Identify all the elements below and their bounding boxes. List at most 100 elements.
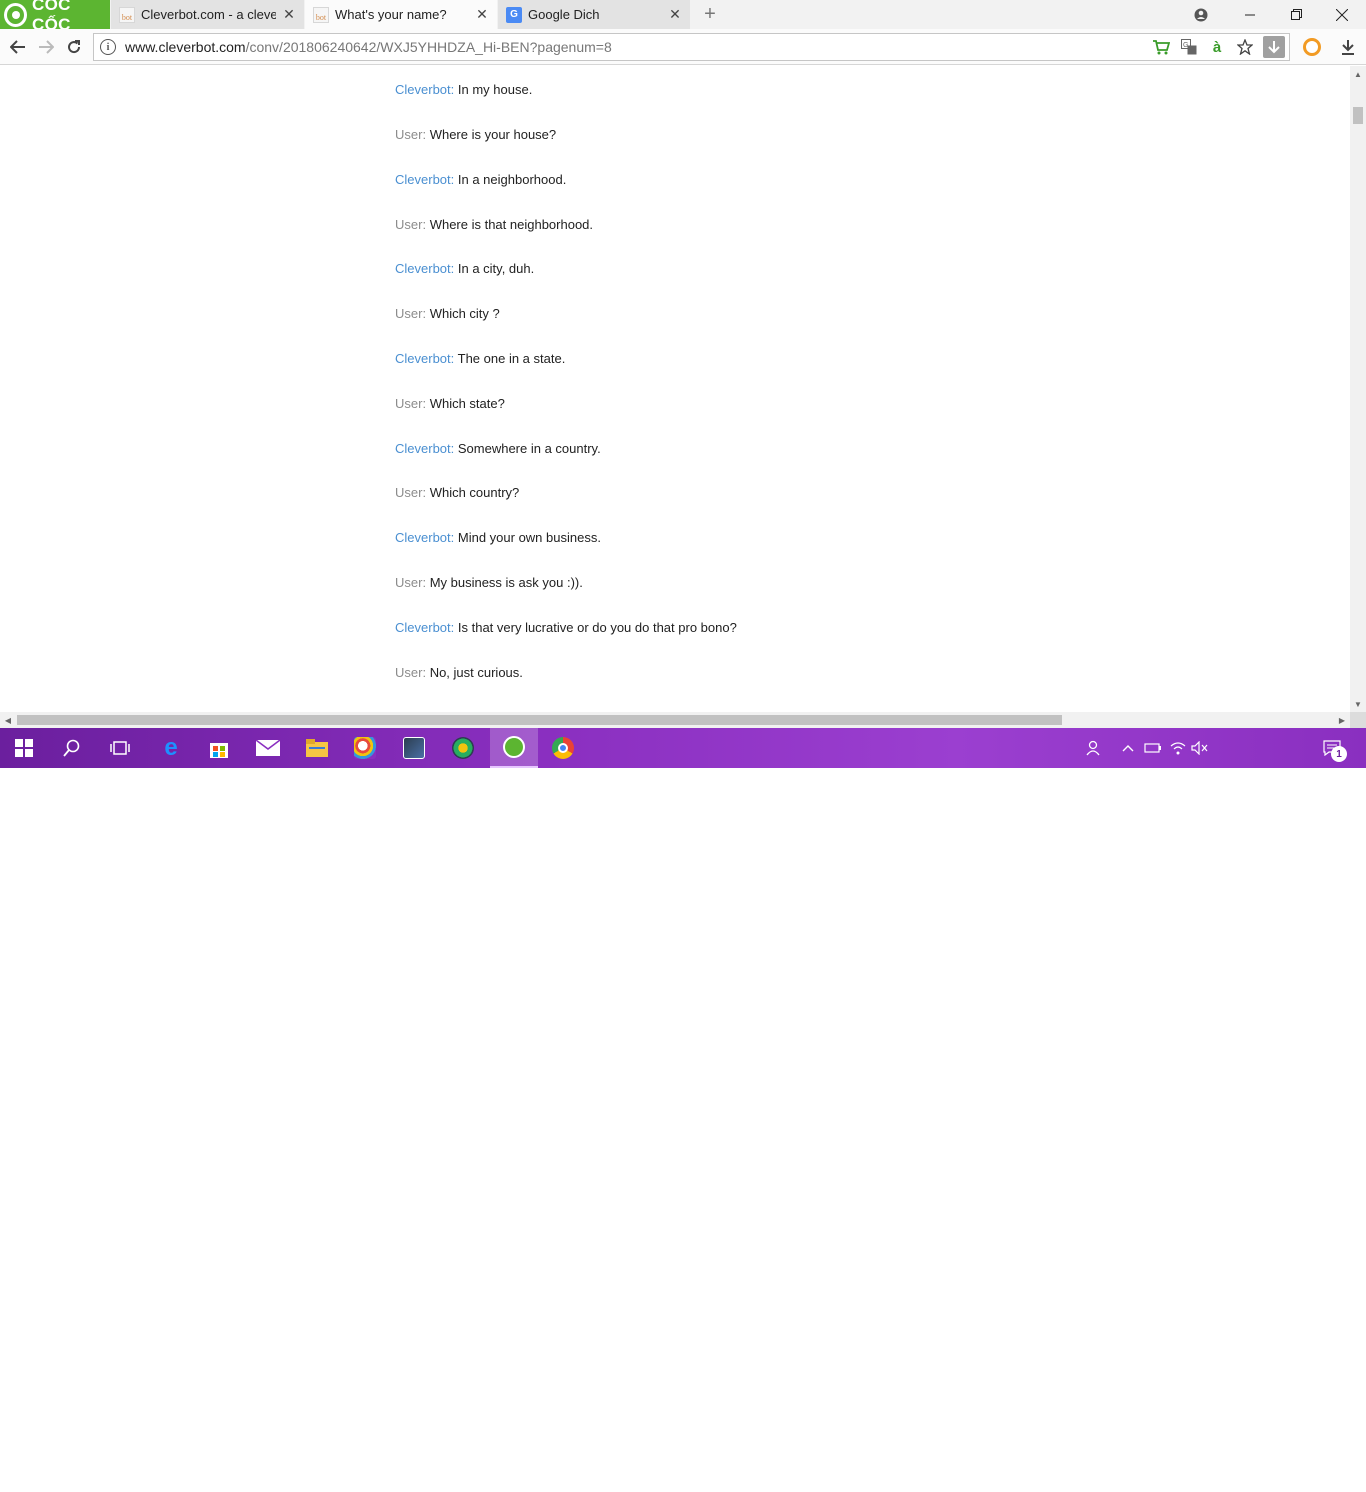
start-button[interactable]	[0, 728, 48, 768]
tab-whats-your-name[interactable]: bot What's your name? ✕	[305, 0, 497, 29]
game-app-icon[interactable]	[439, 728, 487, 768]
speaker-label: User:	[395, 306, 427, 321]
message-text: In a city, duh.	[457, 261, 535, 276]
forward-icon[interactable]	[34, 35, 58, 59]
vertical-scrollbar[interactable]: ▲ ▼	[1350, 66, 1366, 712]
info-icon[interactable]: i	[100, 39, 116, 55]
cleverbot-favicon-icon: bot	[119, 6, 135, 23]
vertical-scroll-thumb[interactable]	[1353, 107, 1363, 124]
message-text: In a neighborhood.	[457, 172, 567, 187]
message-text: The one in a state.	[457, 351, 566, 366]
clock-time[interactable]: 2:21 AM	[1258, 1460, 1304, 1474]
close-tab-icon[interactable]: ✕	[282, 6, 296, 23]
speaker-label: Cleverbot:	[395, 351, 455, 366]
speaker-label: User:	[395, 127, 427, 142]
reload-icon[interactable]	[62, 35, 86, 59]
file-explorer-icon[interactable]	[293, 728, 341, 768]
url-text[interactable]: www.cleverbot.com/conv/201806240642/WXJ5…	[125, 39, 612, 55]
message-row: User: My business is ask you :)).	[395, 575, 583, 590]
message-text: Is that very lucrative or do you do that…	[457, 620, 737, 635]
back-icon[interactable]	[6, 35, 30, 59]
chrome-icon[interactable]	[539, 728, 587, 768]
task-view-icon[interactable]	[96, 728, 144, 768]
scroll-left-icon[interactable]: ◀	[0, 712, 16, 728]
scroll-right-icon[interactable]: ▶	[1334, 712, 1350, 728]
speaker-label: Cleverbot:	[395, 530, 455, 545]
volume-muted-icon[interactable]	[1191, 738, 1209, 758]
message-row: User: Which country?	[395, 485, 519, 500]
windows-taskbar: e ENG 2:21 AM 6/25/2018 1	[0, 728, 1366, 1492]
speaker-label: Cleverbot:	[395, 172, 455, 187]
tab-strip: CỐC CỐC bot Cleverbot.com - a clever b ✕…	[0, 0, 1366, 34]
horizontal-scrollbar[interactable]: ◀ ▶	[0, 712, 1350, 728]
profile-icon[interactable]	[1178, 0, 1224, 29]
notification-badge: 1	[1331, 746, 1347, 762]
tab-cleverbot-home[interactable]: bot Cleverbot.com - a clever b ✕	[111, 0, 304, 29]
shopping-cart-icon[interactable]	[1151, 36, 1171, 58]
message-text: Mind your own business.	[457, 530, 601, 545]
message-text: In my house.	[457, 82, 533, 97]
translate-icon[interactable]: G	[1179, 36, 1199, 58]
tab-title: Google Dich	[528, 7, 600, 22]
store-icon[interactable]	[195, 728, 243, 768]
download-manager-icon[interactable]	[1336, 35, 1360, 59]
message-text: Which state?	[429, 396, 505, 411]
people-icon[interactable]	[1084, 738, 1102, 758]
language-indicator[interactable]: ENG	[1219, 1469, 1245, 1483]
svg-text:G: G	[1183, 42, 1188, 49]
close-tab-icon[interactable]: ✕	[475, 6, 489, 23]
message-row: Cleverbot: Somewhere in a country.	[395, 441, 601, 456]
message-row: User: Where is that neighborhood.	[395, 217, 593, 232]
url-path: /conv/201806240642/WXJ5YHHDZA_Hi-BEN?pag…	[245, 39, 612, 55]
photo-editor-icon[interactable]	[390, 728, 438, 768]
speaker-label: User:	[395, 575, 427, 590]
page-content: Cleverbot: In my house. User: Where is y…	[0, 66, 1350, 712]
close-tab-icon[interactable]: ✕	[668, 6, 682, 23]
coccoc-taskbar-icon[interactable]	[490, 728, 538, 768]
dictionary-icon[interactable]: à	[1207, 36, 1227, 58]
coccoc-brand[interactable]: CỐC CỐC	[0, 0, 110, 34]
coccoc-logo-icon	[4, 2, 28, 27]
chevron-up-icon[interactable]	[1119, 738, 1137, 758]
scroll-down-icon[interactable]: ▼	[1350, 696, 1366, 712]
message-text: Which country?	[429, 485, 520, 500]
message-row: User: No, just curious.	[395, 665, 523, 680]
windows-logo-icon	[15, 739, 33, 757]
message-text: Somewhere in a country.	[457, 441, 601, 456]
scroll-up-icon[interactable]: ▲	[1350, 66, 1366, 82]
edge-browser-icon[interactable]: e	[147, 728, 195, 768]
message-row: User: Which state?	[395, 396, 505, 411]
wifi-icon[interactable]	[1169, 738, 1187, 758]
tab-title: What's your name?	[335, 7, 447, 22]
close-window-button[interactable]	[1319, 0, 1365, 29]
download-icon[interactable]	[1263, 36, 1285, 58]
clock-date[interactable]: 6/25/2018	[1254, 1478, 1308, 1492]
address-bar[interactable]: i www.cleverbot.com/conv/201806240642/WX…	[93, 33, 1290, 61]
message-row: Cleverbot: In a city, duh.	[395, 261, 534, 276]
star-icon[interactable]	[1235, 36, 1255, 58]
mail-icon[interactable]	[244, 728, 292, 768]
message-text: Where is your house?	[429, 127, 557, 142]
search-icon[interactable]	[48, 728, 96, 768]
speaker-label: User:	[395, 485, 427, 500]
browser-toolbar: i www.cleverbot.com/conv/201806240642/WX…	[0, 29, 1366, 65]
message-row: Cleverbot: In a neighborhood.	[395, 172, 566, 187]
coccoc-extension-icon[interactable]	[1300, 35, 1324, 59]
message-row: User: Which city ?	[395, 306, 500, 321]
tab-google-dich[interactable]: G Google Dich ✕	[498, 0, 690, 29]
new-tab-button[interactable]: +	[700, 3, 720, 25]
minimize-button[interactable]	[1227, 0, 1273, 29]
speaker-label: User:	[395, 217, 427, 232]
restore-button[interactable]	[1273, 0, 1319, 29]
message-text: My business is ask you :)).	[429, 575, 583, 590]
paint-icon[interactable]	[341, 728, 389, 768]
horizontal-scroll-thumb[interactable]	[17, 715, 1062, 725]
scrollbar-corner	[1350, 712, 1366, 728]
cleverbot-favicon-icon: bot	[313, 6, 329, 23]
message-text: Where is that neighborhood.	[429, 217, 594, 232]
google-translate-favicon-icon: G	[506, 6, 522, 23]
battery-icon[interactable]	[1144, 738, 1162, 758]
speaker-label: Cleverbot:	[395, 261, 455, 276]
url-host: www.cleverbot.com	[125, 39, 246, 55]
message-row: Cleverbot: The one in a state.	[395, 351, 565, 366]
